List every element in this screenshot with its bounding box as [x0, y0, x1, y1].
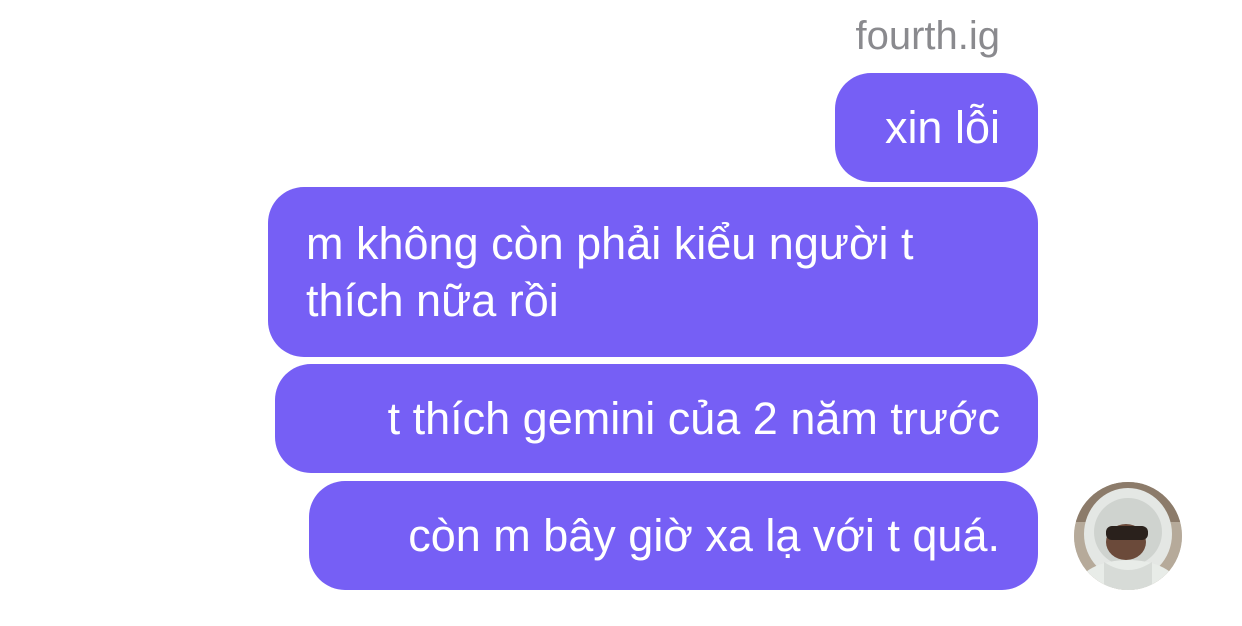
message-bubble[interactable]: xin lỗi [835, 73, 1038, 182]
message-bubble[interactable]: còn m bây giờ xa lạ với t quá. [309, 481, 1038, 590]
avatar[interactable] [1074, 482, 1182, 590]
user-photo-avatar-icon [1074, 482, 1182, 590]
message-text: t thích gemini của 2 năm trước [387, 393, 1000, 444]
message-text: còn m bây giờ xa lạ với t quá. [408, 510, 1000, 561]
message-text: xin lỗi [884, 102, 1000, 153]
sender-name: fourth.ig [855, 14, 1000, 58]
message-text: m không còn phải kiểu người t thích nữa … [306, 218, 914, 326]
message-bubble[interactable]: t thích gemini của 2 năm trước [275, 364, 1038, 473]
message-bubble[interactable]: m không còn phải kiểu người t thích nữa … [268, 187, 1038, 357]
